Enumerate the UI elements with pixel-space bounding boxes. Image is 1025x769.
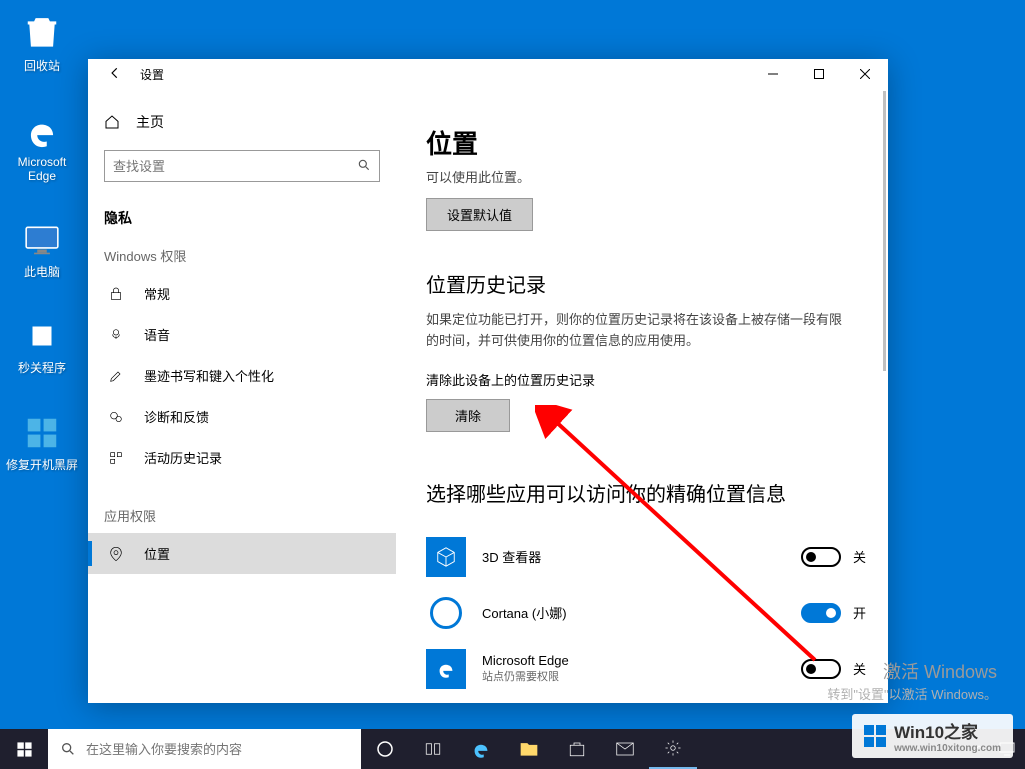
clear-label: 清除此设备上的位置历史记录	[426, 370, 888, 389]
home-icon	[104, 114, 120, 130]
recycle-bin-icon	[22, 14, 62, 54]
app-row-edge: Microsoft Edge站点仍需要权限 关	[426, 641, 866, 697]
desktop-icon-label: 秒关程序	[18, 359, 66, 376]
app-icon	[22, 316, 62, 356]
settings-sidebar: 主页 隐私 Windows 权限 常规 语音 墨迹书写和键入个性化 诊断和反馈 …	[88, 89, 396, 703]
settings-search[interactable]	[104, 150, 380, 182]
desktop-icon-pc[interactable]: 此电脑	[5, 220, 79, 280]
toggle-label: 关	[853, 659, 866, 678]
settings-content: 位置 可以使用此位置。 设置默认值 位置历史记录 如果定位功能已打开，则你的位置…	[396, 89, 888, 703]
close-button[interactable]	[842, 59, 888, 89]
app-row-skype: S Skype 关	[426, 697, 866, 703]
nav-label: 诊断和反馈	[144, 407, 209, 426]
nav-label: 墨迹书写和键入个性化	[144, 366, 274, 385]
home-label: 主页	[136, 112, 164, 132]
edge-taskbar-icon[interactable]	[457, 729, 505, 769]
app-name: 3D 查看器	[482, 547, 801, 566]
nav-label: 位置	[144, 544, 170, 563]
nav-general[interactable]: 常规	[88, 273, 396, 314]
maximize-button[interactable]	[796, 59, 842, 89]
window-title: 设置	[140, 66, 164, 83]
desktop-icon-label: 回收站	[24, 57, 60, 74]
nav-location[interactable]: 位置	[88, 533, 396, 574]
nav-speech[interactable]: 语音	[88, 314, 396, 355]
nav-diagnostics[interactable]: 诊断和反馈	[88, 396, 396, 437]
app-row-3d: 3D 查看器 关	[426, 529, 866, 585]
cortana-taskbar-icon[interactable]	[361, 729, 409, 769]
settings-window: 设置 主页 隐私 Windows 权限 常规 语	[88, 59, 888, 703]
toggle-label: 关	[853, 547, 866, 566]
set-default-button[interactable]: 设置默认值	[426, 198, 533, 231]
history-desc: 如果定位功能已打开，则你的位置历史记录将在该设备上被存储一段有限的时间，并可供使…	[426, 310, 846, 352]
desktop-icon-recycle-bin[interactable]: 回收站	[5, 14, 79, 74]
pc-icon	[22, 220, 62, 260]
history-icon	[108, 450, 124, 466]
edge-app-icon	[426, 649, 466, 689]
section-app-perm: 应用权限	[88, 506, 396, 533]
settings-search-input[interactable]	[113, 159, 357, 174]
settings-taskbar-icon[interactable]	[649, 729, 697, 769]
edge-icon	[22, 112, 62, 152]
toggle-edge[interactable]	[801, 659, 841, 679]
feedback-icon	[108, 409, 124, 425]
app-name: Cortana (小娜)	[482, 603, 801, 622]
desktop-icon-edge[interactable]: Microsoft Edge	[5, 112, 79, 183]
titlebar: 设置	[88, 59, 888, 89]
desktop-icon-quickclose[interactable]: 秒关程序	[5, 316, 79, 376]
task-view-icon[interactable]	[409, 729, 457, 769]
cube-icon	[426, 537, 466, 577]
app-row-cortana: Cortana (小娜) 开	[426, 585, 866, 641]
clear-button[interactable]: 清除	[426, 399, 510, 432]
section-windows-perm: Windows 权限	[88, 246, 396, 273]
desktop-icon-label: 此电脑	[24, 263, 60, 280]
home-link[interactable]: 主页	[88, 104, 396, 140]
toggle-label: 开	[853, 603, 866, 622]
windows-logo-icon	[864, 725, 886, 747]
start-button[interactable]	[0, 729, 48, 769]
store-taskbar-icon[interactable]	[553, 729, 601, 769]
explorer-taskbar-icon[interactable]	[505, 729, 553, 769]
brand-watermark: Win10之家 www.win10xitong.com	[852, 714, 1013, 758]
app-icon	[22, 413, 62, 453]
search-icon	[357, 158, 371, 175]
history-heading: 位置历史记录	[426, 269, 888, 298]
nav-label: 常规	[144, 284, 170, 303]
taskbar-search[interactable]	[48, 729, 361, 769]
nav-label: 语音	[144, 325, 170, 344]
search-icon	[60, 741, 76, 757]
mic-icon	[108, 327, 124, 343]
lock-icon	[108, 286, 124, 302]
nav-inking[interactable]: 墨迹书写和键入个性化	[88, 355, 396, 396]
app-name: Microsoft Edge站点仍需要权限	[482, 653, 801, 684]
desktop-icon-label: Microsoft Edge	[5, 155, 79, 183]
toggle-3d[interactable]	[801, 547, 841, 567]
category-title: 隐私	[88, 202, 396, 246]
back-button[interactable]	[108, 66, 124, 82]
apps-heading: 选择哪些应用可以访问你的精确位置信息	[426, 478, 888, 507]
mail-taskbar-icon[interactable]	[601, 729, 649, 769]
nav-label: 活动历史记录	[144, 448, 222, 467]
scrollbar-thumb[interactable]	[883, 91, 886, 371]
cortana-icon	[426, 593, 466, 633]
page-title: 位置	[426, 124, 888, 161]
cut-desc: 可以使用此位置。	[426, 167, 888, 186]
toggle-cortana[interactable]	[801, 603, 841, 623]
desktop-icon-fixboot[interactable]: 修复开机黑屏	[5, 413, 79, 473]
minimize-button[interactable]	[750, 59, 796, 89]
pen-icon	[108, 368, 124, 384]
desktop-icon-label: 修复开机黑屏	[6, 456, 78, 473]
location-icon	[108, 546, 124, 562]
taskbar-search-input[interactable]	[86, 742, 349, 757]
nav-activity[interactable]: 活动历史记录	[88, 437, 396, 478]
